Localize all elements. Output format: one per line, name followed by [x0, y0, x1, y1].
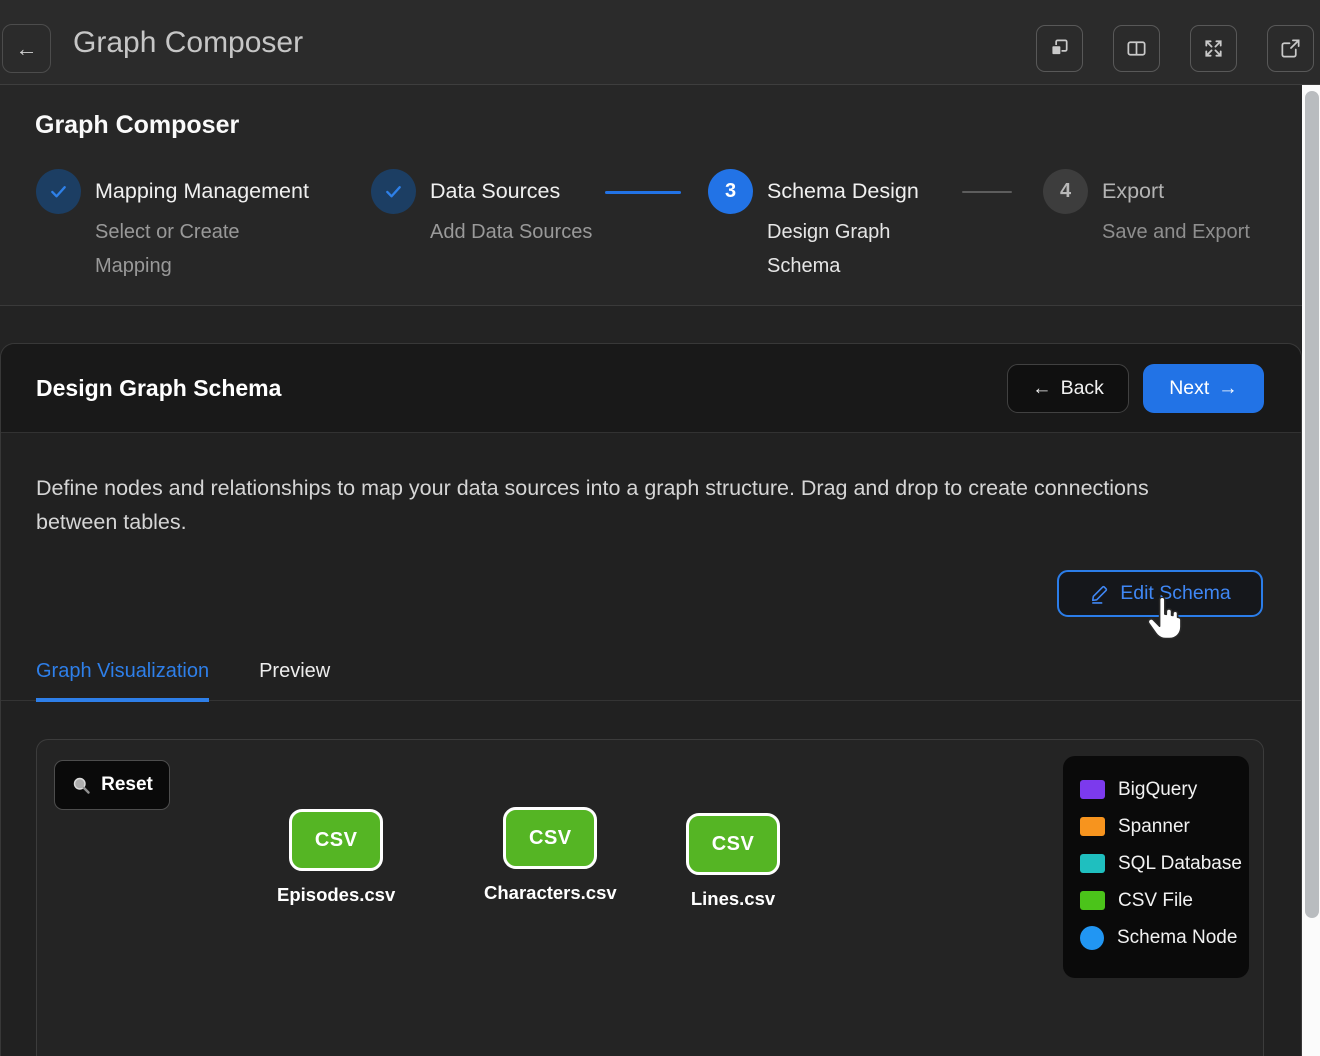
legend-label: Schema Node: [1117, 927, 1237, 949]
wizard-step-schema-design[interactable]: 3 Schema Design Design Graph Schema: [708, 169, 919, 283]
node-type-badge: CSV: [529, 827, 572, 850]
legend-panel: BigQuery Spanner SQL Database CSV File S…: [1063, 756, 1249, 978]
check-icon: [47, 180, 70, 203]
pencil-edit-icon: [1089, 582, 1111, 605]
split-view-icon: [1125, 37, 1148, 60]
node-filename: Lines.csv: [691, 888, 775, 910]
step-sublabel: Save and Export: [1102, 215, 1250, 249]
check-icon: [382, 180, 405, 203]
back-arrow-icon: ←: [16, 36, 38, 61]
left-arrow-icon: ←: [1032, 377, 1052, 400]
window-actions: [1036, 25, 1314, 72]
step-sublabel: Select or Create Mapping: [95, 215, 300, 283]
tab-bar: Graph Visualization Preview: [1, 660, 1301, 701]
node-filename: Episodes.csv: [277, 884, 395, 906]
back-button[interactable]: ←: [2, 24, 51, 73]
panel-description: Define nodes and relationships to map yo…: [36, 471, 1221, 539]
node-type-badge: CSV: [712, 833, 755, 856]
schema-design-panel: Design Graph Schema ← Back Next → Define…: [0, 343, 1302, 1056]
legend-item: CSV File: [1080, 889, 1249, 912]
legend-swatch-sql-database: [1080, 854, 1105, 873]
step-connector: [605, 191, 681, 194]
back-step-button[interactable]: ← Back: [1007, 364, 1129, 413]
legend-label: Spanner: [1118, 816, 1190, 838]
wizard-heading: Graph Composer: [35, 111, 239, 140]
step-upcoming-circle: 4: [1043, 169, 1088, 214]
node-filename: Characters.csv: [484, 882, 617, 904]
graph-node-characters[interactable]: CSV Characters.csv: [484, 807, 617, 904]
step-sublabel: Add Data Sources: [430, 215, 592, 249]
expand-icon: [1202, 37, 1225, 60]
step-complete-circle: [36, 169, 81, 214]
csv-node-box: CSV: [503, 807, 597, 869]
csv-node-box: CSV: [686, 813, 780, 875]
graph-canvas[interactable]: Reset CSV Episodes.csv CSV Characters.cs…: [36, 739, 1264, 1056]
next-step-button[interactable]: Next →: [1143, 364, 1264, 413]
step-label: Export: [1102, 169, 1250, 214]
step-label: Data Sources: [430, 169, 592, 214]
magnifier-icon: [71, 775, 92, 796]
scrollbar-track[interactable]: [1302, 85, 1320, 1056]
legend-item: BigQuery: [1080, 778, 1249, 801]
legend-label: CSV File: [1118, 890, 1193, 912]
window-title: Graph Composer: [73, 0, 303, 85]
legend-label: SQL Database: [1118, 853, 1242, 875]
graph-node-episodes[interactable]: CSV Episodes.csv: [277, 809, 395, 906]
legend-swatch-csv-file: [1080, 891, 1105, 910]
legend-label: BigQuery: [1118, 779, 1197, 801]
fullscreen-button[interactable]: [1190, 25, 1237, 72]
wizard-header: Graph Composer Mapping Management Select…: [0, 85, 1302, 306]
right-arrow-icon: →: [1218, 377, 1238, 400]
graph-node-lines[interactable]: CSV Lines.csv: [686, 813, 780, 910]
legend-swatch-schema-node: [1080, 926, 1104, 950]
node-type-badge: CSV: [315, 829, 358, 852]
legend-swatch-spanner: [1080, 817, 1105, 836]
legend-item: Schema Node: [1080, 926, 1249, 949]
step-number: 3: [725, 180, 736, 203]
external-link-icon: [1279, 37, 1302, 60]
tab-preview[interactable]: Preview: [259, 660, 330, 700]
graph-composer-window: ← Graph Composer: [0, 0, 1320, 1056]
step-active-circle: 3: [708, 169, 753, 214]
legend-item: Spanner: [1080, 815, 1249, 838]
wizard-step-export[interactable]: 4 Export Save and Export: [1043, 169, 1250, 249]
step-label: Schema Design: [767, 169, 919, 214]
back-button-label: Back: [1061, 377, 1104, 400]
step-sublabel: Design Graph Schema: [767, 215, 912, 283]
tab-graph-visualization[interactable]: Graph Visualization: [36, 660, 209, 702]
duplicate-window-button[interactable]: [1036, 25, 1083, 72]
panel-header: Design Graph Schema ← Back Next →: [1, 344, 1301, 433]
step-label: Mapping Management: [95, 169, 309, 214]
wizard-step-data-sources[interactable]: Data Sources Add Data Sources: [371, 169, 592, 249]
step-complete-circle: [371, 169, 416, 214]
panel-title: Design Graph Schema: [36, 344, 281, 433]
open-external-button[interactable]: [1267, 25, 1314, 72]
duplicate-icon: [1048, 37, 1071, 60]
step-connector: [962, 191, 1012, 193]
edit-schema-label: Edit Schema: [1120, 582, 1231, 605]
wizard-step-mapping-management[interactable]: Mapping Management Select or Create Mapp…: [36, 169, 309, 283]
csv-node-box: CSV: [289, 809, 383, 871]
legend-item: SQL Database: [1080, 852, 1249, 875]
split-view-button[interactable]: [1113, 25, 1160, 72]
next-button-label: Next: [1169, 377, 1209, 400]
edit-schema-button[interactable]: Edit Schema: [1057, 570, 1263, 617]
legend-swatch-bigquery: [1080, 780, 1105, 799]
reset-view-button[interactable]: Reset: [54, 760, 170, 810]
scrollbar-thumb[interactable]: [1305, 91, 1319, 918]
step-number: 4: [1060, 180, 1071, 203]
reset-label: Reset: [101, 774, 153, 796]
titlebar: ← Graph Composer: [0, 0, 1320, 85]
